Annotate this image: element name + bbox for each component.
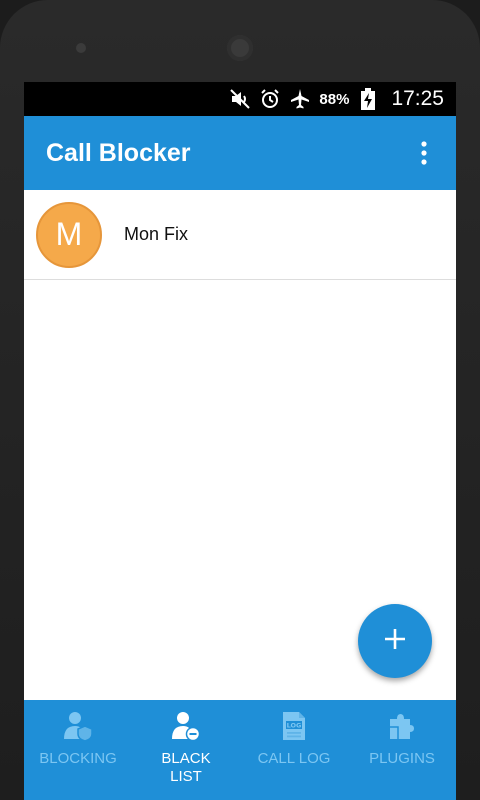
blacklist: M Mon Fix (24, 190, 456, 280)
tab-label: BLOCKING (39, 750, 117, 767)
tab-label: CALL LOG (257, 750, 331, 767)
tab-black-list[interactable]: BLACK LIST (132, 700, 240, 800)
list-item[interactable]: M Mon Fix (24, 190, 456, 280)
app-title: Call Blocker (46, 138, 191, 167)
add-button[interactable] (358, 604, 432, 678)
contact-name: Mon Fix (124, 224, 189, 244)
plus-icon (383, 627, 407, 656)
screen: 88% 17:25 Call Blocker M Mon Fix BLOCKIN… (24, 82, 456, 800)
earpiece (76, 43, 86, 53)
battery-percent: 88% (319, 90, 350, 108)
app-bar: Call Blocker (24, 116, 456, 190)
tab-label: PLUGINS (369, 750, 435, 767)
svg-text:LOG: LOG (287, 722, 302, 730)
clock: 17:25 (391, 87, 444, 110)
bottom-navigation: BLOCKING BLACK LIST LOG CALL LOG PLUGINS (24, 700, 456, 800)
status-bar: 88% 17:25 (24, 82, 456, 116)
phone-frame: 88% 17:25 Call Blocker M Mon Fix BLOCKIN… (0, 0, 480, 800)
avatar-initial: M (55, 216, 83, 252)
blacklist-person-icon (171, 710, 201, 742)
tab-blocking[interactable]: BLOCKING (24, 700, 132, 800)
overflow-menu-icon[interactable] (414, 138, 434, 168)
tab-call-log[interactable]: LOG CALL LOG (240, 700, 348, 800)
avatar: M (36, 201, 102, 268)
battery-charging-icon (357, 88, 379, 110)
alarm-clock-icon (259, 88, 281, 110)
tab-plugins[interactable]: PLUGINS (348, 700, 456, 800)
muted-speaker-icon (229, 88, 251, 110)
call-log-icon: LOG (279, 710, 309, 742)
airplane-mode-icon (289, 88, 311, 110)
shield-person-icon (63, 710, 93, 742)
tab-label: BLACK LIST (161, 750, 211, 785)
puzzle-icon (387, 710, 417, 742)
front-camera (227, 35, 253, 61)
